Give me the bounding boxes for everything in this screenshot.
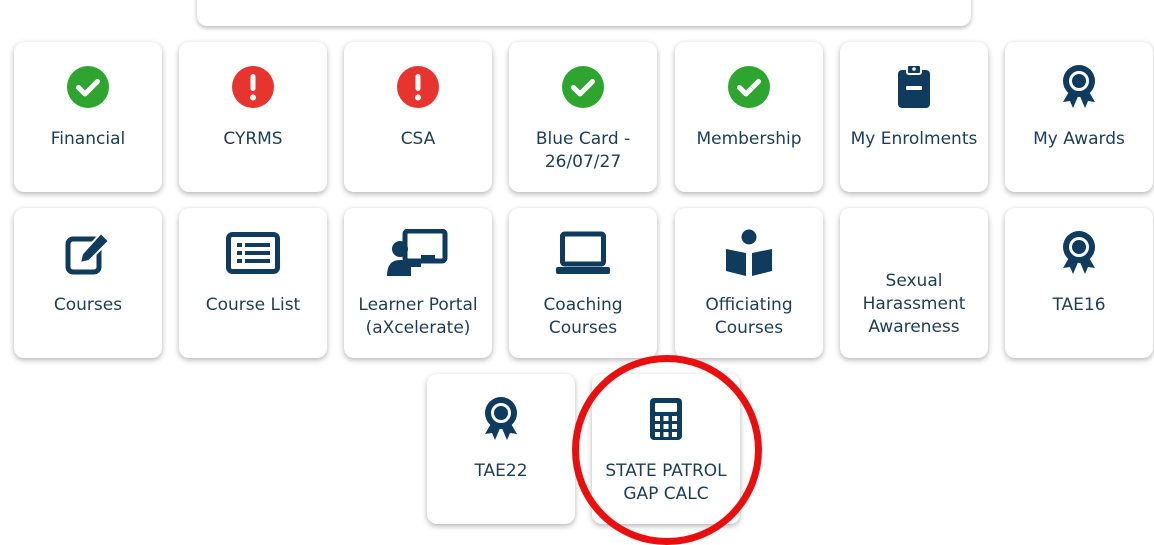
tile-blue-card[interactable]: Blue Card - 26/07/27 [509,42,657,192]
tile-courses[interactable]: Courses [14,208,162,358]
tile-officiating-courses[interactable]: Officiating Courses [675,208,823,358]
top-panel [197,0,971,26]
tile-label: Blue Card - 26/07/27 [535,129,631,172]
check-circle-icon [675,64,823,110]
list-icon [179,230,327,276]
clipboard-icon [840,64,988,110]
tile-label: CYRMS [223,129,283,149]
tile-label: Courses [53,295,123,315]
edit-icon [14,230,162,276]
tile-label: STATE PATROL GAP CALC [605,461,727,504]
tile-financial[interactable]: Financial [14,42,162,192]
award-icon [1005,64,1153,110]
tile-label: My Enrolments [850,129,978,149]
laptop-icon [509,230,657,276]
exclamation-circle-icon [344,64,492,110]
tile-label: CSA [400,129,436,149]
award-icon [427,396,575,442]
presenter-icon [344,229,492,276]
tile-label: TAE16 [1052,295,1106,315]
tile-cyrms[interactable]: CYRMS [179,42,327,192]
check-circle-icon [509,64,657,110]
tile-state-patrol-gap-calc[interactable]: STATE PATROL GAP CALC [592,374,740,524]
tile-label: Coaching Courses [543,295,623,338]
book-reader-icon [675,229,823,276]
tile-label: My Awards [1033,129,1125,149]
tile-label: Sexual Harassment Awareness [862,271,966,337]
tile-sexual-harassment-awareness[interactable]: Sexual Harassment Awareness [840,208,988,358]
tile-course-list[interactable]: Course List [179,208,327,358]
tile-learner-portal[interactable]: Learner Portal (aXcelerate) [344,208,492,358]
tile-label: Learner Portal (aXcelerate) [358,295,478,338]
tile-coaching-courses[interactable]: Coaching Courses [509,208,657,358]
tile-label: Course List [205,295,301,315]
tile-label: Officiating Courses [705,295,793,338]
calculator-icon [592,396,740,442]
tile-membership[interactable]: Membership [675,42,823,192]
tile-label: Financial [50,129,126,149]
tile-my-awards[interactable]: My Awards [1005,42,1153,192]
tile-label: Membership [696,129,802,149]
tile-my-enrolments[interactable]: My Enrolments [840,42,988,192]
check-circle-icon [14,64,162,110]
tile-csa[interactable]: CSA [344,42,492,192]
exclamation-circle-icon [179,64,327,110]
award-icon [1005,230,1153,276]
tile-tae16[interactable]: TAE16 [1005,208,1153,358]
tile-tae22[interactable]: TAE22 [427,374,575,524]
tile-label: TAE22 [474,461,528,481]
